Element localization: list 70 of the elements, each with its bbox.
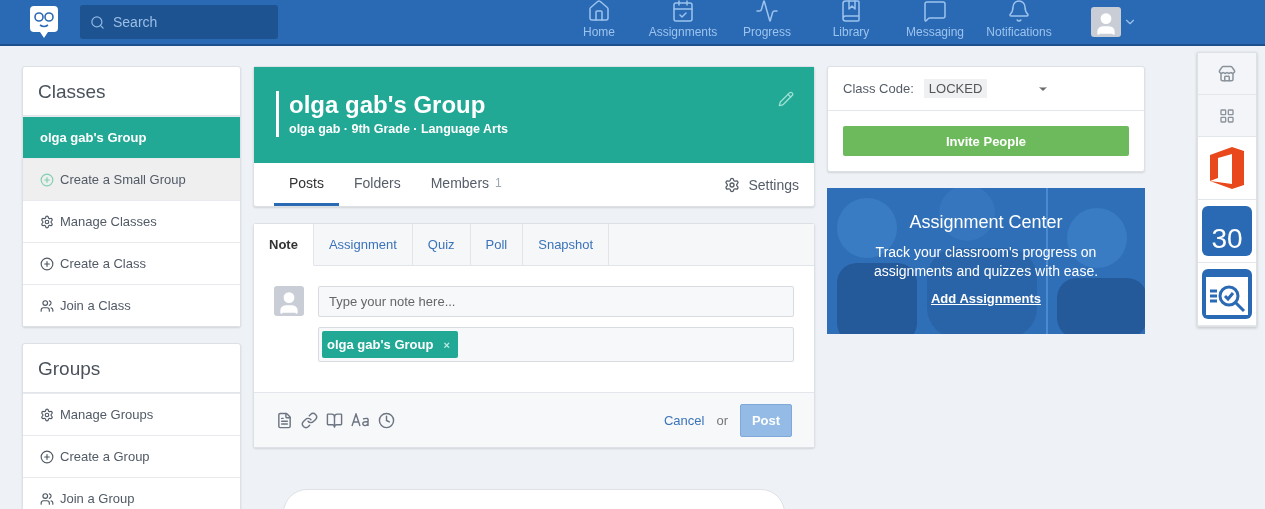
book-icon <box>839 0 863 23</box>
nav-item[interactable]: Notifications <box>977 0 1061 45</box>
dock-item[interactable] <box>1198 137 1256 200</box>
chip-label: olga gab's Group <box>327 337 434 352</box>
group-title: olga gab's Group <box>289 91 487 119</box>
office-logo-icon <box>1210 147 1244 189</box>
nav-item[interactable]: Assignments <box>641 0 725 45</box>
search-icon <box>90 15 105 30</box>
sidebar-item[interactable]: Join a Group <box>23 477 240 509</box>
settings-link[interactable]: Settings <box>724 163 799 206</box>
plus-circle-icon <box>40 449 54 464</box>
member-count: 1 <box>495 176 502 190</box>
group-tab[interactable]: Members 1 <box>415 163 517 206</box>
clock-icon[interactable] <box>378 411 395 429</box>
dock-item[interactable] <box>1198 263 1256 326</box>
note-field[interactable]: Type your note here... <box>318 286 794 317</box>
gear-icon <box>40 407 54 422</box>
group-subtitle: olga gab · 9th Grade · Language Arts <box>289 122 508 136</box>
tab-label: Posts <box>289 175 324 191</box>
tab-label: Folders <box>354 175 401 191</box>
gear-icon <box>724 176 741 193</box>
add-assignments-link[interactable]: Add Assignments <box>931 291 1041 306</box>
calendar-check-icon <box>671 0 695 23</box>
plus-circle-icon <box>40 256 54 271</box>
people-icon <box>40 298 54 313</box>
link-icon[interactable] <box>301 411 318 429</box>
tab-label: Members <box>430 175 490 191</box>
book-icon[interactable] <box>326 411 343 429</box>
recipient-field[interactable]: olga gab's Group × <box>318 327 794 362</box>
store-icon <box>1218 64 1236 83</box>
group-tab[interactable]: Folders <box>339 163 416 206</box>
bell-icon <box>1007 0 1031 23</box>
owl-logo[interactable] <box>30 6 58 38</box>
magnifier-check-icon <box>1202 269 1252 319</box>
nav-item[interactable]: Library <box>809 0 893 45</box>
sidebar-item[interactable]: Manage Groups <box>23 393 240 435</box>
pulse-icon <box>755 0 779 23</box>
dock-item[interactable] <box>1198 53 1256 95</box>
sidebar-item[interactable]: Create a Class <box>23 242 240 284</box>
cancel-link[interactable]: Cancel <box>663 412 705 428</box>
class-code-value: LOCKED <box>923 79 988 98</box>
search-field[interactable]: Search <box>80 5 278 39</box>
sidebar-item[interactable]: Create a Small Group <box>23 158 240 200</box>
promo-text: Track your classroom's progress on assignments and quizzes with ease. <box>872 243 1100 281</box>
nav-item[interactable]: Home <box>557 0 641 45</box>
document-icon[interactable] <box>276 411 293 429</box>
sidebar-item[interactable]: Join a Class <box>23 284 240 326</box>
class-code-label: Class Code: <box>843 81 914 96</box>
composer-tab[interactable]: Quiz <box>412 224 471 266</box>
gear-icon <box>40 214 54 229</box>
people-icon <box>40 491 54 506</box>
home-icon <box>587 0 611 23</box>
composer-tab[interactable]: Poll <box>470 224 524 266</box>
chat-bubble-icon <box>923 0 947 23</box>
sidebar-item[interactable]: olga gab's Group <box>23 116 240 158</box>
composer-tab[interactable]: Note <box>254 224 314 266</box>
composer-tab[interactable]: Snapshot <box>523 224 610 266</box>
calendar-day: 30 <box>1211 222 1243 256</box>
font-size-icon[interactable] <box>351 413 370 427</box>
promo-title: Assignment Center <box>909 212 1063 233</box>
composer-tab[interactable]: Assignment <box>313 224 413 266</box>
dock-item[interactable]: 30 <box>1198 200 1256 263</box>
sidebar-item[interactable]: Manage Classes <box>23 200 240 242</box>
grid-icon <box>1219 107 1235 124</box>
sidebar-item[interactable]: Create a Group <box>23 435 240 477</box>
nav-item[interactable]: Progress <box>725 0 809 45</box>
or-text: or <box>716 412 728 428</box>
nav-item[interactable]: Messaging <box>893 0 977 45</box>
group-tab[interactable]: Posts <box>274 163 339 206</box>
plus-circle-icon <box>40 172 54 187</box>
